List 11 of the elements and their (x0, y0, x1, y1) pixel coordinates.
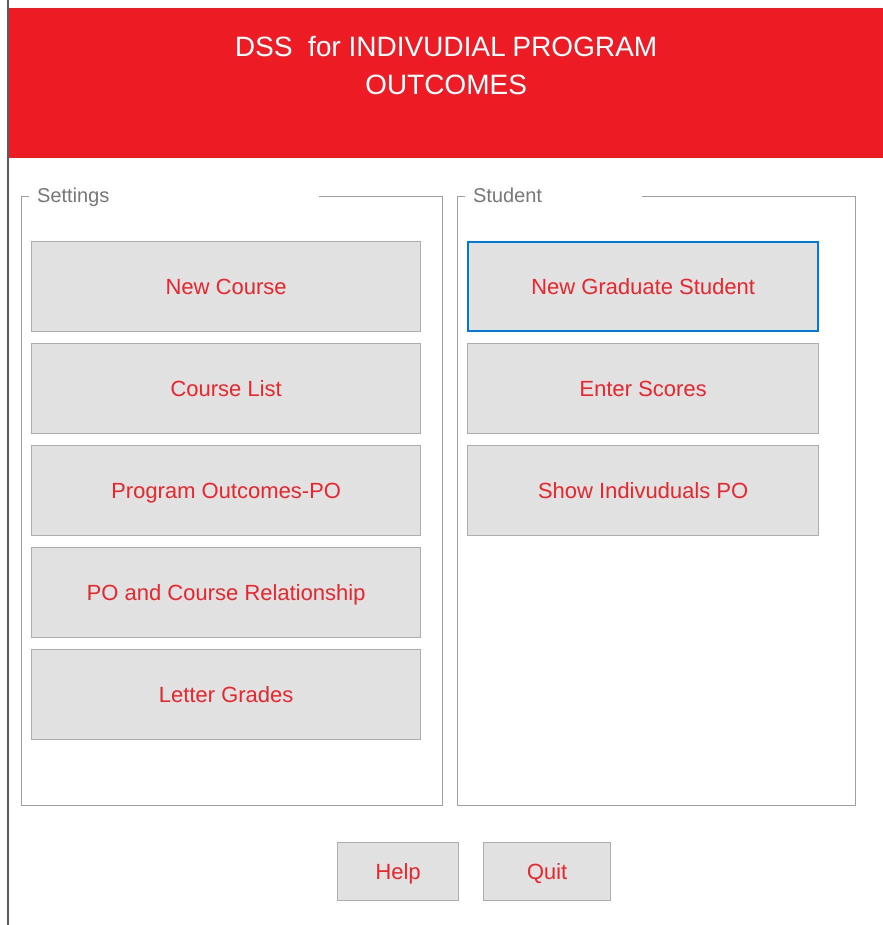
menu-button[interactable]: Show Indivuduals PO (467, 445, 819, 536)
menu-button[interactable]: Program Outcomes-PO (31, 445, 421, 536)
menu-button[interactable]: Enter Scores (467, 343, 819, 434)
footer-button[interactable]: Quit (483, 842, 611, 901)
window-title: DSS for INDIVUDIAL PROGRAM OUTCOMES (234, 30, 658, 102)
menu-button[interactable]: New Course (31, 241, 421, 332)
menu-button[interactable]: PO and Course Relationship (31, 547, 421, 638)
menu-button[interactable]: Course List (31, 343, 421, 434)
menu-button[interactable]: New Graduate Student (467, 241, 819, 332)
footer-button[interactable]: Help (337, 842, 459, 901)
menu-button[interactable]: Letter Grades (31, 649, 421, 740)
